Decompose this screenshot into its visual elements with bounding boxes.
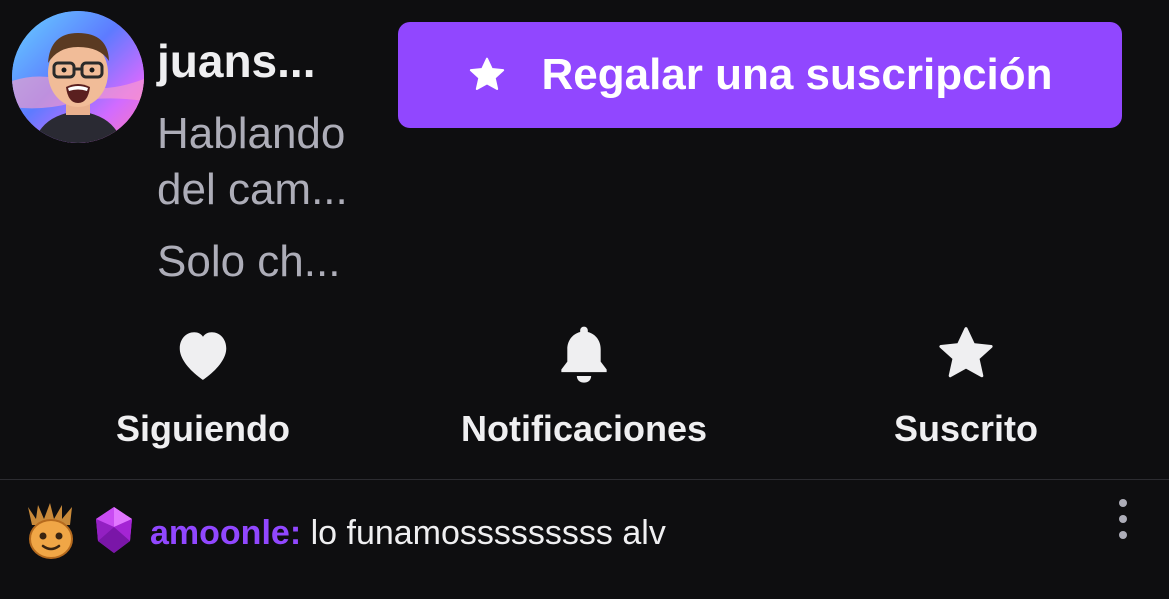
channel-name[interactable]: juans... <box>157 32 387 90</box>
gift-subscription-label: Regalar una suscripción <box>541 50 1053 99</box>
channel-actions: Siguiendo Notificaciones Suscrito <box>0 322 1169 452</box>
channel-info: juans... Hablando del cam... Solo ch... <box>157 32 387 290</box>
notifications-button[interactable]: Notificaciones <box>434 322 734 452</box>
more-dot <box>1119 499 1127 507</box>
more-dot <box>1119 531 1127 539</box>
channel-panel: juans... Hablando del cam... Solo ch... … <box>0 0 1169 599</box>
star-icon <box>467 55 507 95</box>
chat-message-text: lo funamosssssssss alv <box>310 514 666 552</box>
stream-title: Hablando del cam... <box>157 109 348 214</box>
chat-message: amoonle: lo funamosssssssss alv <box>0 499 1169 569</box>
chat-username[interactable]: amoonle <box>150 514 290 552</box>
avatar-illustration <box>12 11 144 143</box>
channel-avatar[interactable] <box>12 11 144 143</box>
star-icon <box>934 322 998 386</box>
chat-separator: : <box>289 514 302 552</box>
purple-gem-badge-icon[interactable] <box>92 505 136 555</box>
more-vertical-icon[interactable] <box>1108 499 1138 539</box>
heart-icon <box>171 322 235 386</box>
stream-category[interactable]: Solo ch... <box>157 234 387 290</box>
groot-badge-icon[interactable] <box>24 503 78 559</box>
bell-icon <box>552 322 616 386</box>
notifications-label: Notificaciones <box>460 408 708 449</box>
subscribed-button[interactable]: Suscrito <box>816 322 1116 452</box>
subscribed-label: Suscrito <box>893 408 1039 449</box>
follow-button[interactable]: Siguiendo <box>53 322 353 452</box>
more-dot <box>1119 515 1127 523</box>
chat-text: amoonle: lo funamosssssssss alv <box>150 511 666 555</box>
divider <box>0 479 1169 480</box>
gift-subscription-button[interactable]: Regalar una suscripción <box>398 22 1122 128</box>
follow-label: Siguiendo <box>116 408 290 449</box>
